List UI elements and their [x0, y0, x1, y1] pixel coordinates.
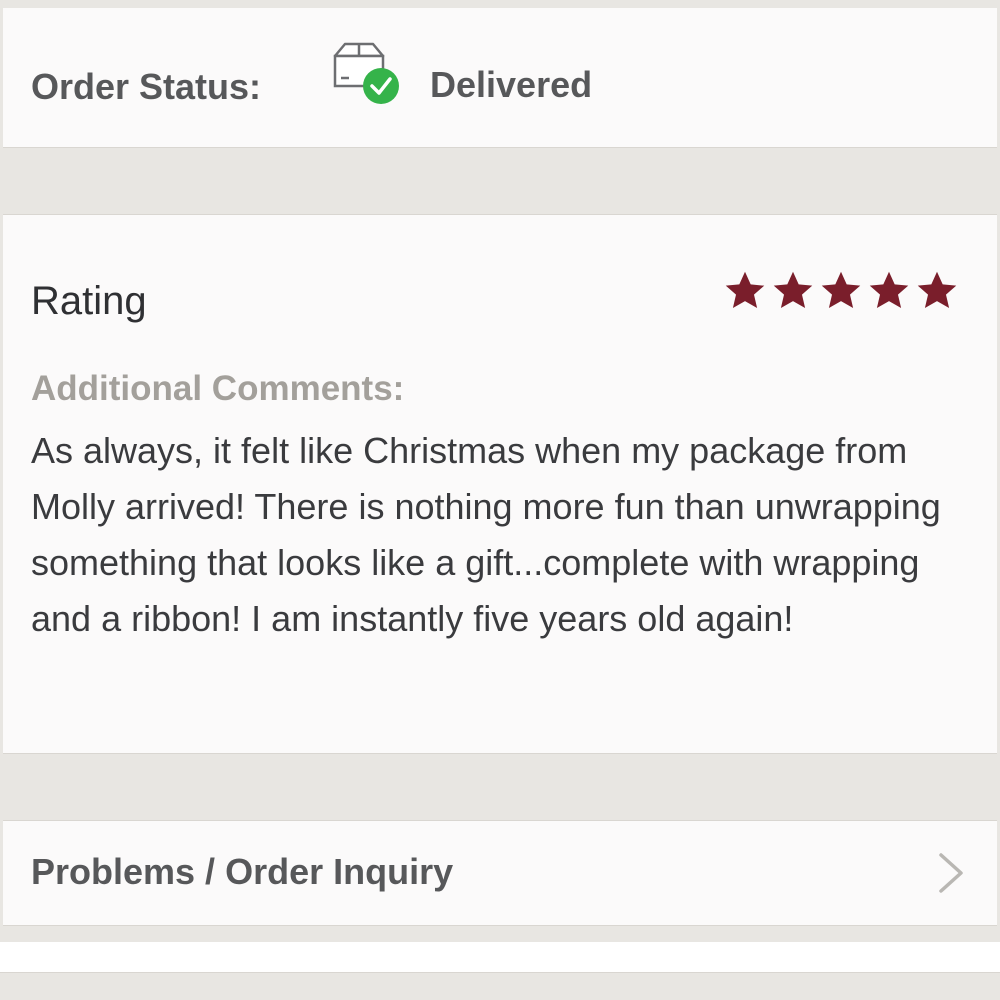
- additional-comments-label: Additional Comments:: [31, 369, 405, 408]
- star-icon: [869, 271, 909, 309]
- rating-card: Rating Additional Comments: As always, i…: [3, 214, 997, 754]
- order-status-card: Order Status: Delivered: [3, 8, 997, 148]
- chevron-right-icon: [933, 851, 967, 895]
- additional-comments-text: As always, it felt like Christmas when m…: [31, 430, 941, 639]
- star-rating: [723, 269, 959, 313]
- section-gap: [0, 942, 1000, 972]
- top-divider: [0, 0, 1000, 8]
- order-detail-screen: Order Status: Delivered Rating Additiona…: [0, 0, 1000, 1000]
- star-icon: [917, 271, 957, 309]
- star-icon: [821, 271, 861, 309]
- star-icon: [725, 271, 765, 309]
- bottom-divider: [0, 972, 1000, 1000]
- order-status-label: Order Status:: [31, 66, 262, 107]
- problems-order-inquiry-label: Problems / Order Inquiry: [31, 851, 454, 892]
- delivered-box-check-icon: [329, 38, 403, 112]
- rating-title: Rating: [31, 279, 147, 323]
- problems-order-inquiry-row[interactable]: Problems / Order Inquiry: [3, 820, 997, 926]
- order-status-value: Delivered: [430, 64, 593, 105]
- star-icon: [773, 271, 813, 309]
